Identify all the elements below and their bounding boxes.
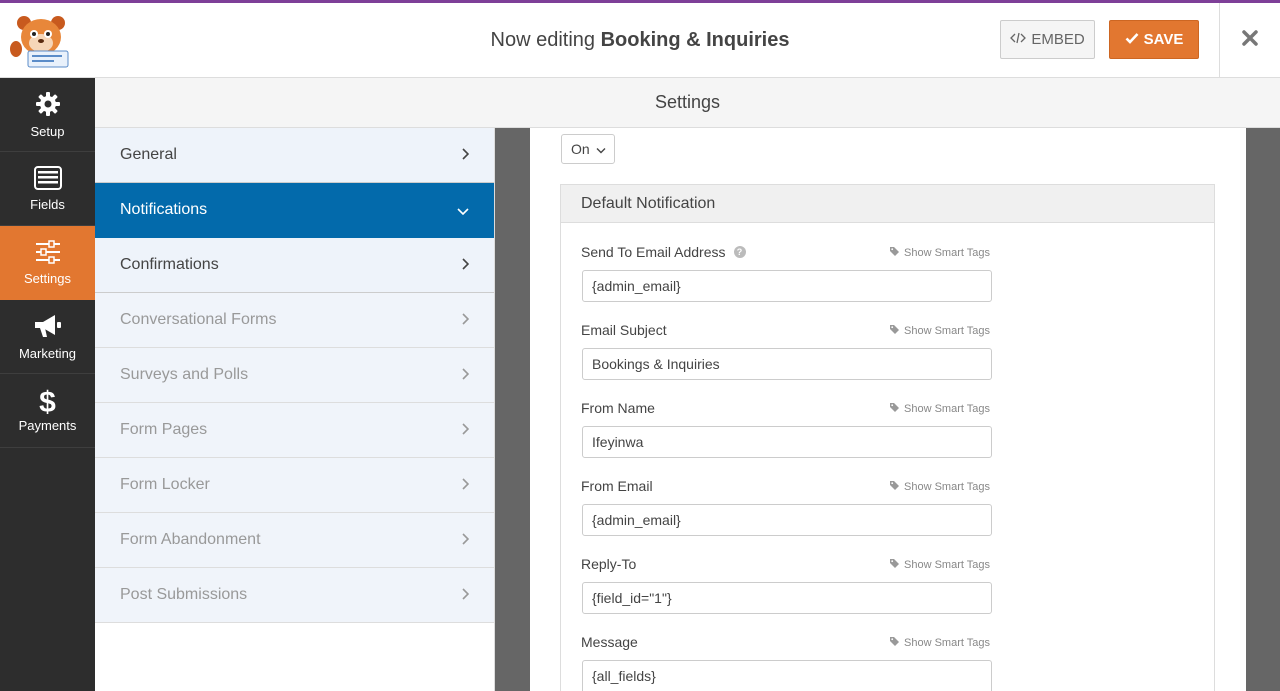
help-icon[interactable]: ?: [733, 246, 746, 258]
from-name-input[interactable]: [582, 426, 992, 458]
gear-icon: [35, 91, 61, 124]
chevron-right-icon: [461, 587, 470, 603]
send-to-email-input[interactable]: [582, 270, 992, 302]
tags-icon: [889, 636, 901, 649]
save-button[interactable]: SAVE: [1109, 20, 1199, 59]
email-subject-label: Email Subject: [581, 322, 667, 338]
top-bar: Now editing Booking & Inquiries EMBED SA…: [0, 3, 1280, 78]
submenu-item-notifications[interactable]: Notifications: [95, 183, 494, 238]
chevron-right-icon: [461, 367, 470, 383]
tags-icon: [889, 402, 901, 415]
dollar-icon: $: [39, 386, 56, 419]
from-email-label: From Email: [581, 478, 653, 494]
submenu-item-form-abandonment[interactable]: Form Abandonment: [95, 513, 494, 568]
notifications-toggle-select[interactable]: On: [561, 134, 615, 164]
sidebar-item-settings[interactable]: Settings: [0, 226, 95, 300]
sidebar-item-setup[interactable]: Setup: [0, 78, 95, 152]
sliders-icon: [35, 239, 61, 271]
tags-icon: [889, 480, 901, 493]
chevron-right-icon: [461, 257, 470, 273]
submenu-item-general[interactable]: General: [95, 128, 494, 183]
submenu-item-post-submissions[interactable]: Post Submissions: [95, 568, 494, 623]
submenu-item-surveys-and-polls[interactable]: Surveys and Polls: [95, 348, 494, 403]
code-icon: [1010, 31, 1027, 48]
list-icon: [33, 165, 62, 197]
show-smart-tags-link[interactable]: Show Smart Tags: [889, 558, 990, 571]
send-to-email-label: Send To Email Address ?: [581, 244, 746, 260]
tags-icon: [889, 558, 901, 571]
submenu-item-conversational-forms[interactable]: Conversational Forms: [95, 293, 494, 348]
submenu-item-confirmations[interactable]: Confirmations: [95, 238, 494, 293]
chevron-down-icon: [596, 141, 606, 157]
chevron-right-icon: [461, 147, 470, 163]
sidebar-item-fields[interactable]: Fields: [0, 152, 95, 226]
close-icon: [1241, 29, 1259, 52]
close-button[interactable]: [1219, 3, 1280, 78]
chevron-right-icon: [461, 312, 470, 328]
message-textarea[interactable]: {all_fields}: [582, 660, 992, 691]
message-label: Message: [581, 634, 638, 650]
sidebar-item-marketing[interactable]: Marketing: [0, 300, 95, 374]
show-smart-tags-link[interactable]: Show Smart Tags: [889, 402, 990, 415]
tags-icon: [889, 324, 901, 337]
form-name: Booking & Inquiries: [600, 29, 790, 51]
chevron-right-icon: [461, 477, 470, 493]
megaphone-icon: [33, 313, 63, 346]
settings-header: Settings: [95, 78, 1280, 128]
checkmark-icon: [1125, 31, 1139, 48]
submenu-item-form-locker[interactable]: Form Locker: [95, 458, 494, 513]
from-name-label: From Name: [581, 400, 655, 416]
show-smart-tags-link[interactable]: Show Smart Tags: [889, 636, 990, 649]
chevron-right-icon: [461, 532, 470, 548]
submenu-item-form-pages[interactable]: Form Pages: [95, 403, 494, 458]
settings-submenu: General Notifications Confirmations Conv…: [95, 128, 495, 691]
show-smart-tags-link[interactable]: Show Smart Tags: [889, 246, 990, 259]
builder-sidebar: Setup Fields Settings Marketing $ Paymen…: [0, 78, 95, 691]
reply-to-input[interactable]: [582, 582, 992, 614]
reply-to-label: Reply-To: [581, 556, 637, 572]
chevron-right-icon: [461, 422, 470, 438]
from-email-input[interactable]: [582, 504, 992, 536]
chevron-down-icon: [457, 202, 469, 218]
email-subject-input[interactable]: [582, 348, 992, 380]
show-smart-tags-link[interactable]: Show Smart Tags: [889, 480, 990, 493]
show-smart-tags-link[interactable]: Show Smart Tags: [889, 324, 990, 337]
sidebar-item-payments[interactable]: $ Payments: [0, 374, 95, 448]
notification-title: Default Notification: [561, 185, 1214, 223]
tags-icon: [889, 246, 901, 259]
embed-button[interactable]: EMBED: [1000, 20, 1095, 59]
